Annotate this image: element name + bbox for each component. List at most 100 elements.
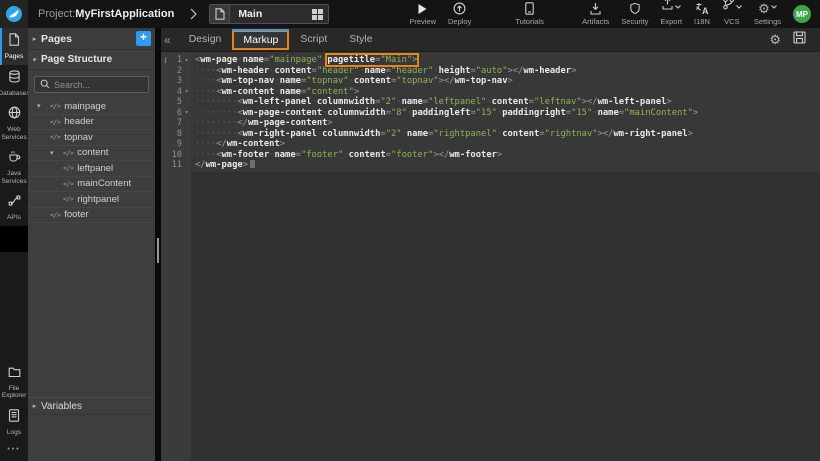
wavemaker-logo-icon[interactable]: [0, 0, 28, 28]
chevron-right-icon: ▸: [28, 402, 41, 410]
tree-item-label: rightpanel: [77, 194, 119, 205]
deploy-icon: [453, 2, 466, 15]
fold-arrow-icon[interactable]: ▾: [182, 88, 191, 95]
structure-search[interactable]: [34, 76, 149, 93]
code-line-8[interactable]: ········<wm-right-panel·columnwidth="2"·…: [195, 129, 820, 140]
code-line-10[interactable]: ····<wm-footer·name="footer"·content="fo…: [195, 150, 820, 161]
project-title: Project:MyFirstApplication: [38, 8, 174, 20]
tree-item-topnav[interactable]: </>topnav: [28, 130, 155, 146]
pages-icon: [8, 33, 20, 51]
tree-item-label: content: [77, 147, 108, 158]
widget-markup-icon: </>: [63, 149, 73, 157]
tab-script[interactable]: Script: [289, 28, 338, 51]
folder-icon: [8, 365, 21, 383]
gutter-line-10: 10: [161, 150, 191, 161]
code-line-11[interactable]: </wm-page>: [195, 160, 820, 171]
search-input[interactable]: [54, 80, 139, 90]
chevron-down-icon: [736, 0, 742, 14]
editor-empty-space[interactable]: [191, 172, 820, 461]
translate-icon: A: [695, 2, 709, 15]
shield-icon: [629, 2, 641, 15]
code-line-1[interactable]: <wm-page·name="mainpage"·pagetitle="Main…: [195, 55, 820, 66]
code-line-5[interactable]: ········<wm-left-panel·columnwidth="2"·n…: [195, 97, 820, 108]
sidebar-item-logs[interactable]: Logs: [0, 404, 28, 441]
line-number: 8: [170, 129, 182, 139]
sidebar-item-apis[interactable]: APIs: [0, 189, 28, 226]
sidebar-item-web-services[interactable]: Web Services: [0, 101, 28, 145]
preview-button[interactable]: Preview: [409, 2, 436, 26]
tutorials-button[interactable]: Tutorials: [515, 2, 543, 26]
line-number: 5: [170, 97, 182, 107]
code-line-9[interactable]: ····</wm-content>: [195, 139, 820, 150]
tree-item-mainContent[interactable]: </>mainContent: [28, 177, 155, 193]
database-icon: [8, 70, 21, 88]
code-line-4[interactable]: ····<wm-content·name="content">: [195, 87, 820, 98]
fold-arrow-icon[interactable]: ▾: [182, 57, 191, 64]
settings-button[interactable]: ⚙ Settings: [754, 2, 781, 26]
user-avatar[interactable]: MP: [793, 5, 811, 23]
vcs-button[interactable]: VCS: [722, 2, 742, 26]
widget-markup-icon: </>: [63, 164, 73, 172]
tree-item-label: footer: [64, 209, 88, 220]
page-structure-header[interactable]: ▾ Page Structure: [28, 50, 155, 70]
tree-item-leftpanel[interactable]: </> leftpanel: [28, 161, 155, 177]
chevron-down-icon[interactable]: ▾: [50, 149, 63, 157]
code-document[interactable]: <wm-page·name="mainpage"·pagetitle="Main…: [191, 52, 820, 172]
tutorials-icon: [523, 2, 536, 15]
export-button[interactable]: Export: [660, 2, 682, 26]
chevron-down-icon[interactable]: ▾: [37, 102, 50, 110]
sidebar-item-file-explorer[interactable]: File Explorer: [0, 360, 28, 404]
artifacts-button[interactable]: Artifacts: [582, 2, 609, 26]
play-icon: [417, 2, 428, 15]
chevron-down-icon: [771, 0, 777, 14]
code-line-3[interactable]: ····<wm-top-nav·name="topnav"·content="t…: [195, 76, 820, 87]
line-number: 10: [170, 150, 182, 160]
save-icon[interactable]: [793, 31, 806, 49]
editor-settings-gear-icon[interactable]: ⚙: [769, 33, 781, 46]
security-button[interactable]: Security: [621, 2, 648, 26]
add-page-button[interactable]: +: [136, 31, 151, 46]
fold-arrow-icon[interactable]: ▾: [182, 109, 191, 116]
tree-item-header[interactable]: </>header: [28, 115, 155, 131]
widget-markup-icon: </>: [63, 180, 73, 188]
gutter-line-7: 7: [161, 118, 191, 129]
sidebar-item-databases[interactable]: Databases: [0, 65, 28, 102]
tree-item-content[interactable]: ▾</> content: [28, 146, 155, 162]
pages-section-header[interactable]: ▸ Pages +: [28, 28, 155, 50]
gutter-line-9: 9: [161, 139, 191, 150]
sidebar-item-pages[interactable]: Pages: [0, 28, 28, 65]
gutter-line-8: 8: [161, 129, 191, 140]
tree-item-label: topnav: [64, 132, 93, 143]
deploy-button[interactable]: Deploy: [448, 2, 471, 26]
grid-icon[interactable]: [312, 9, 323, 20]
divider-grip[interactable]: [157, 238, 159, 263]
gutter-line-3: 3: [161, 76, 191, 87]
tab-markup[interactable]: Markup: [232, 30, 289, 50]
collapse-panel-icon[interactable]: «: [164, 33, 171, 47]
code-line-2[interactable]: ····<wm-header·content="header"·name="he…: [195, 66, 820, 77]
gutter-line-1: i1▾: [161, 55, 191, 66]
gutter-line-11: 11: [161, 160, 191, 171]
markup-code-editor[interactable]: i1▾234▾56▾7891011 <wm-page·name="mainpag…: [161, 52, 820, 461]
more-options-icon[interactable]: •••: [0, 440, 28, 461]
code-line-7[interactable]: ········</wm-page-content>: [195, 118, 820, 129]
code-line-6[interactable]: ········<wm-page-content·columnwidth="8"…: [195, 108, 820, 119]
info-icon: i: [161, 56, 170, 65]
tree-item-rightpanel[interactable]: </>rightpanel: [28, 192, 155, 208]
tab-style[interactable]: Style: [338, 28, 383, 51]
gutter-line-6: 6▾: [161, 108, 191, 119]
globe-icon: [8, 106, 21, 124]
tab-design[interactable]: Design: [178, 28, 233, 51]
sidebar-item-java-services[interactable]: Java Services: [0, 145, 28, 189]
api-flow-icon: [8, 194, 21, 212]
panel-divider[interactable]: [155, 28, 161, 461]
page-tab-main[interactable]: Main: [209, 4, 329, 24]
variables-section-header[interactable]: ▸ Variables: [28, 397, 155, 415]
tree-item-footer[interactable]: </>footer: [28, 208, 155, 224]
i18n-button[interactable]: A I18N: [694, 2, 710, 26]
chevron-down-icon: ▾: [28, 56, 41, 64]
tree-item-label: leftpanel: [77, 163, 113, 174]
widget-markup-icon: </>: [50, 102, 60, 110]
gutter-line-2: 2: [161, 66, 191, 77]
tree-item-mainpage[interactable]: ▾</>mainpage: [28, 99, 155, 115]
